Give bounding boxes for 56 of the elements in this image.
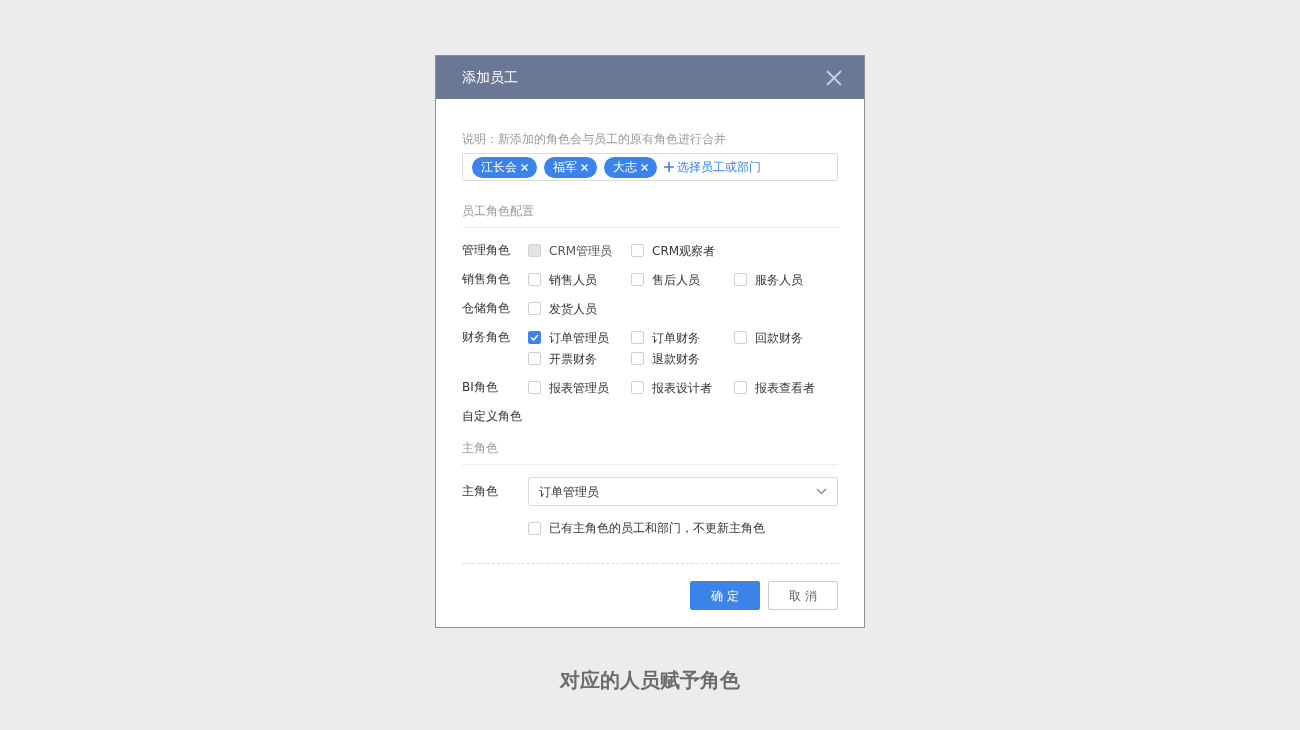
option-label: 已有主角色的员工和部门，不更新主角色 <box>549 520 765 537</box>
caption: 对应的人员赋予角色 <box>560 667 740 694</box>
checkbox[interactable] <box>528 273 541 286</box>
checkbox[interactable] <box>734 331 747 344</box>
remove-icon[interactable] <box>581 163 588 171</box>
select-value: 订单管理员 <box>539 483 599 501</box>
note-text: 说明：新添加的角色会与员工的原有角色进行合并 <box>462 131 727 147</box>
option-label: 回款财务 <box>755 329 803 347</box>
section-heading: 主角色 <box>462 439 838 465</box>
plus-icon[interactable] <box>664 162 674 172</box>
checkbox[interactable] <box>631 381 644 394</box>
option-label: 服务人员 <box>755 271 803 289</box>
option-label: 开票财务 <box>549 350 597 368</box>
checkbox[interactable] <box>528 302 541 315</box>
option-label: 报表管理员 <box>549 379 609 397</box>
primary-role-select[interactable]: 订单管理员 <box>528 477 838 506</box>
recipient-tag: 江长会 <box>472 156 537 178</box>
checkbox[interactable] <box>528 352 541 365</box>
section-heading: 员工角色配置 <box>462 202 838 228</box>
role-group-label: BI角色 <box>462 379 499 396</box>
checkbox[interactable] <box>631 352 644 365</box>
option-label: 退款财务 <box>652 350 700 368</box>
field-label: 主角色 <box>462 483 499 500</box>
recipient-tag: 大志 <box>604 156 657 178</box>
dialog-title: 添加员工 <box>462 68 518 87</box>
option-label: 订单财务 <box>652 329 700 347</box>
checkbox[interactable] <box>631 331 644 344</box>
role-group-label: 自定义角色 <box>462 408 523 425</box>
chevron-down-icon <box>816 488 827 495</box>
role-group-label: 财务角色 <box>462 329 511 346</box>
option-label: 订单管理员 <box>549 329 609 347</box>
recipient-tag: 福军 <box>544 156 597 178</box>
checkbox[interactable] <box>528 331 541 344</box>
option-label: CRM管理员 <box>549 242 613 260</box>
option-label: 报表设计者 <box>652 379 712 397</box>
option-label: 发货人员 <box>549 300 597 318</box>
checkbox[interactable] <box>734 381 747 394</box>
role-group-label: 管理角色 <box>462 242 511 259</box>
checkbox[interactable] <box>631 273 644 286</box>
add-member-link[interactable]: 选择员工或部门 <box>677 158 761 176</box>
cancel-button[interactable]: 取消 <box>768 581 838 610</box>
checkbox[interactable] <box>528 381 541 394</box>
checkbox[interactable] <box>631 244 644 257</box>
checkbox[interactable] <box>528 521 541 535</box>
recipient-field[interactable]: 江长会 福军 大志 选择员工或部门 <box>462 153 838 181</box>
option-label: 销售人员 <box>549 271 597 289</box>
option-label: CRM观察者 <box>652 242 716 260</box>
option-label: 报表查看者 <box>755 379 815 397</box>
role-group-label: 仓储角色 <box>462 300 511 317</box>
checkbox[interactable] <box>734 273 747 286</box>
remove-icon[interactable] <box>521 163 528 171</box>
close-icon[interactable] <box>826 69 842 86</box>
remove-icon[interactable] <box>641 163 648 171</box>
option-label: 售后人员 <box>652 271 700 289</box>
role-group-label: 销售角色 <box>462 271 511 288</box>
confirm-button[interactable]: 确定 <box>690 581 760 610</box>
